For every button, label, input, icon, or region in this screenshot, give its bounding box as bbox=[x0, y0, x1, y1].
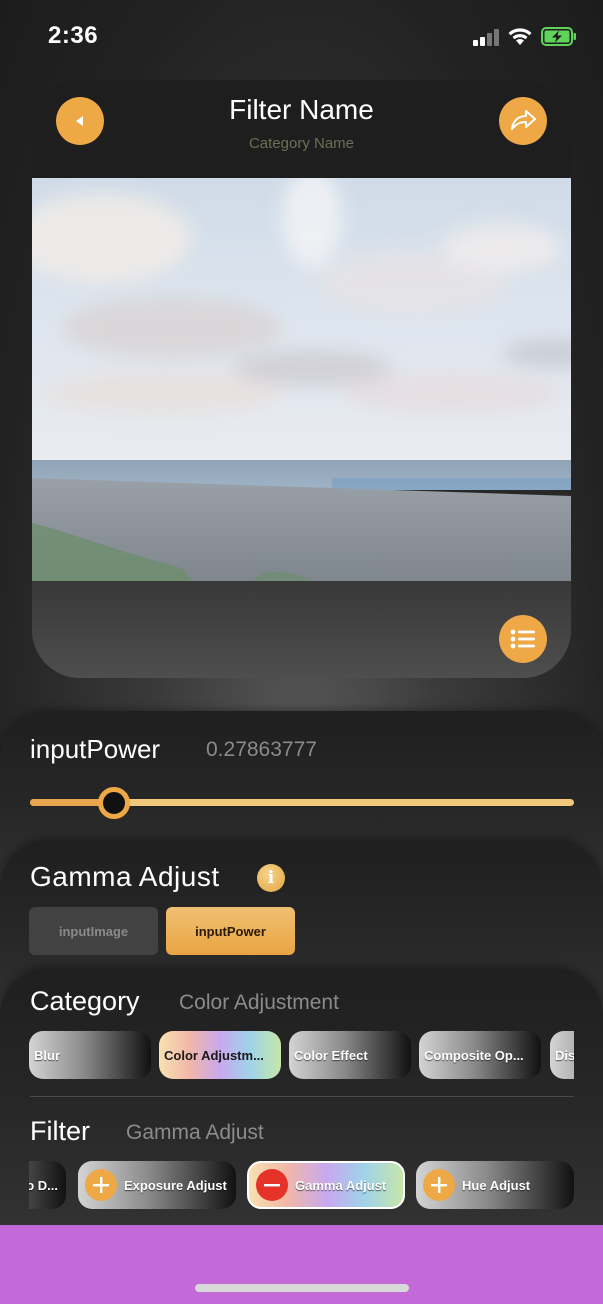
minus-icon bbox=[256, 1169, 288, 1201]
parameter-slider[interactable] bbox=[30, 787, 574, 819]
category-chip-distortion[interactable]: Dis bbox=[550, 1031, 574, 1079]
selected-filter-title: Gamma Adjust bbox=[30, 861, 220, 892]
cellular-signal-icon bbox=[473, 28, 501, 46]
wifi-icon bbox=[508, 28, 532, 45]
filter-list-button[interactable] bbox=[499, 615, 547, 663]
plus-icon bbox=[423, 1169, 455, 1201]
category-selected-value: Color Adjustment bbox=[179, 991, 339, 1014]
preview-card: Filter Name Category Name bbox=[32, 80, 571, 678]
preview-photo bbox=[32, 178, 571, 581]
filter-chip-exposure-adjust[interactable]: Exposure Adjust bbox=[78, 1161, 236, 1209]
home-indicator[interactable] bbox=[195, 1284, 409, 1292]
input-image-button[interactable]: inputImage bbox=[29, 907, 158, 955]
category-chip-blur[interactable]: Blur bbox=[29, 1031, 151, 1079]
plus-icon bbox=[85, 1169, 117, 1201]
list-icon bbox=[510, 629, 535, 649]
category-strip[interactable]: Blur Color Adjustm... Color Effect Compo… bbox=[29, 1031, 574, 1081]
category-row-title: Category bbox=[30, 986, 140, 1016]
filter-chip-partial[interactable]: o D... bbox=[29, 1161, 66, 1209]
category-name-subtitle: Category Name bbox=[248, 135, 355, 152]
filter-strip[interactable]: o D... Exposure Adjust Gamma Adjust Hue … bbox=[29, 1161, 574, 1211]
bottom-bar bbox=[0, 1225, 603, 1304]
filter-chip-gamma-adjust[interactable]: Gamma Adjust bbox=[247, 1161, 405, 1209]
filter-name-title: Filter Name bbox=[229, 94, 374, 125]
status-bar: 2:36 bbox=[0, 0, 603, 70]
parameter-name: inputPower bbox=[30, 734, 161, 764]
filter-selected-value: Gamma Adjust bbox=[126, 1121, 264, 1144]
picker-panel: Category Color Adjustment Blur Color Adj… bbox=[0, 968, 603, 1238]
filter-chip-hue-adjust[interactable]: Hue Adjust bbox=[416, 1161, 574, 1209]
filter-row-title: Filter bbox=[30, 1116, 90, 1146]
input-power-button[interactable]: inputPower bbox=[166, 907, 295, 955]
row-divider bbox=[30, 1096, 574, 1097]
status-time: 2:36 bbox=[48, 22, 99, 49]
filter-chip-label: Hue Adjust bbox=[462, 1177, 531, 1193]
filter-chip-label: o D... bbox=[29, 1177, 58, 1193]
card-header: Filter Name Category Name bbox=[32, 80, 571, 178]
category-chip-composite-operation[interactable]: Composite Op... bbox=[419, 1031, 541, 1079]
filter-chip-label: Exposure Adjust bbox=[124, 1177, 227, 1193]
info-icon[interactable]: i bbox=[257, 864, 285, 892]
slider-thumb[interactable] bbox=[97, 787, 130, 819]
category-chip-color-adjustment[interactable]: Color Adjustm... bbox=[159, 1031, 281, 1079]
parameter-value: 0.27863777 bbox=[206, 738, 317, 761]
share-arrow-icon bbox=[511, 110, 536, 130]
share-button[interactable] bbox=[499, 97, 547, 145]
battery-icon bbox=[541, 27, 576, 46]
filter-chip-label: Gamma Adjust bbox=[295, 1177, 387, 1193]
category-chip-color-effect[interactable]: Color Effect bbox=[289, 1031, 411, 1079]
